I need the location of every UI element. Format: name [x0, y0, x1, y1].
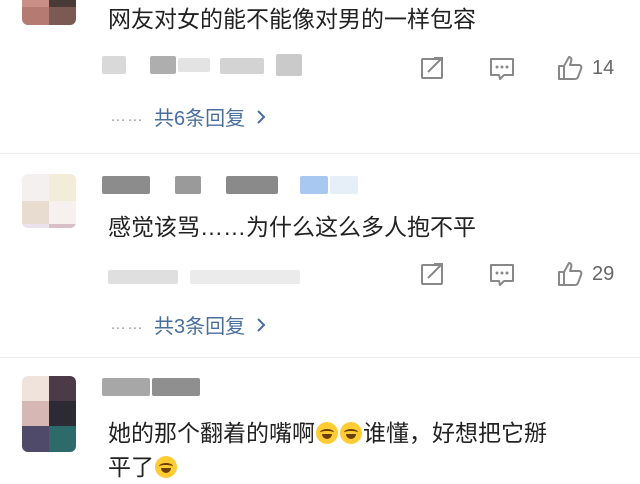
comment-icon	[490, 264, 514, 286]
view-replies-link[interactable]: …… 共6条回复	[110, 102, 269, 131]
laughing-crying-emoji-icon	[340, 422, 362, 444]
comment-text-part: 她的那个翻着的嘴啊	[108, 420, 315, 446]
avatar[interactable]	[22, 0, 76, 25]
comment-item: 感觉该骂……为什么这么多人抱不平 29 …… 共3条回复	[0, 154, 640, 354]
view-replies-link[interactable]: …… 共3条回复	[110, 310, 269, 339]
comment-text-part: 谁懂，好想把它掰	[363, 420, 547, 446]
chevron-right-icon	[257, 317, 266, 332]
comment-button[interactable]	[488, 262, 516, 288]
chevron-right-icon	[257, 109, 266, 124]
comment-text: 她的那个翻着的嘴啊 谁懂，好想把它掰	[108, 416, 547, 450]
thumbs-up-icon	[558, 56, 583, 80]
comment-button[interactable]	[488, 56, 516, 82]
laughing-crying-emoji-icon	[155, 456, 177, 478]
avatar[interactable]	[22, 174, 76, 228]
replies-label: 共6条回复	[154, 108, 246, 130]
comment-item: 网友对女的能不能像对男的一样包容 14 …… 共6条回复	[0, 0, 640, 160]
avatar[interactable]	[22, 376, 76, 452]
comment-text: 网友对女的能不能像对男的一样包容	[108, 6, 476, 32]
like-count: 29	[592, 262, 615, 285]
laughing-crying-emoji-icon	[316, 422, 338, 444]
thumbs-up-icon	[558, 262, 583, 286]
comment-text-line2: 平了	[108, 450, 178, 484]
comment-icon	[490, 58, 514, 80]
share-icon	[421, 263, 443, 285]
like-button[interactable]: 29	[556, 260, 614, 288]
share-icon	[421, 57, 443, 79]
comment-text: 感觉该骂……为什么这么多人抱不平	[108, 214, 476, 240]
replies-dots: ……	[110, 107, 144, 125]
comment-item: 她的那个翻着的嘴啊 谁懂，好想把它掰 平了	[0, 358, 640, 483]
share-button[interactable]	[420, 262, 446, 286]
share-button[interactable]	[420, 56, 446, 80]
comment-text-part: 平了	[108, 454, 154, 480]
like-button[interactable]: 14	[556, 54, 614, 82]
replies-dots: ……	[110, 315, 144, 333]
replies-label: 共3条回复	[154, 316, 246, 338]
like-count: 14	[592, 56, 615, 79]
